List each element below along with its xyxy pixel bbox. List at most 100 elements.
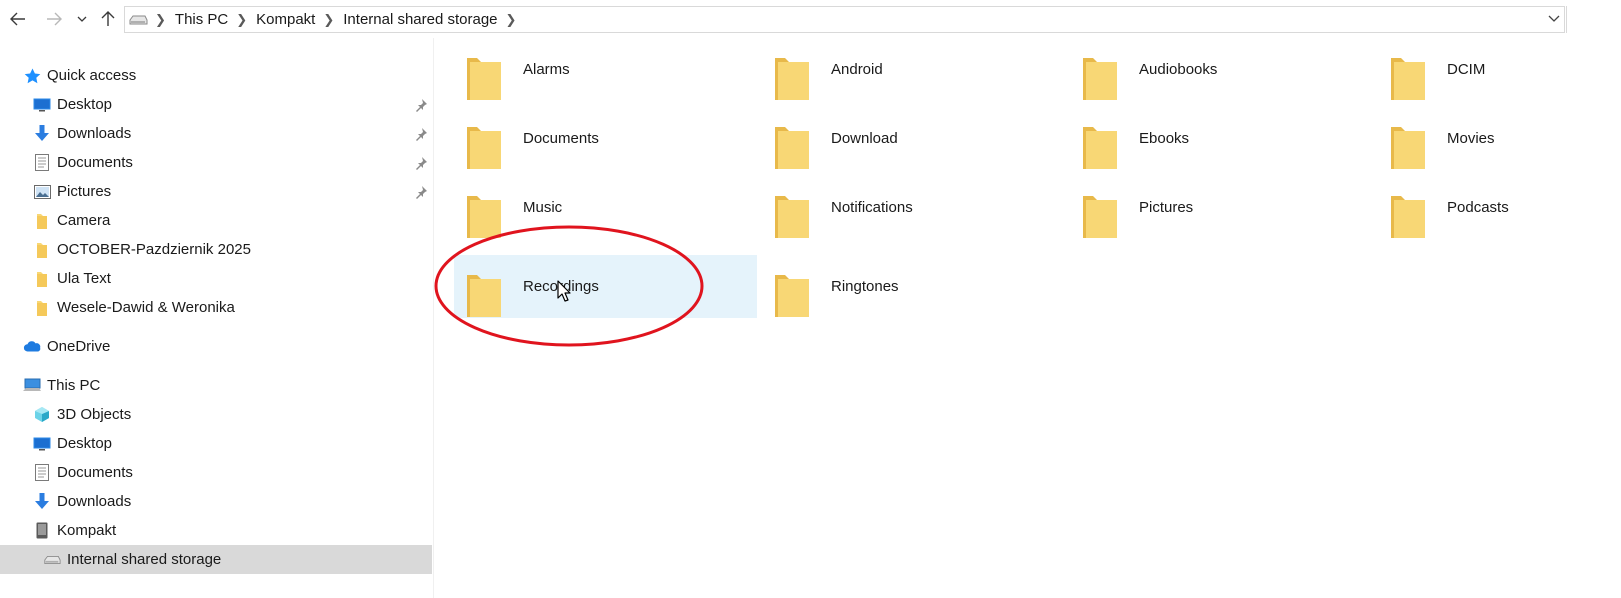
sidebar-item-this-pc[interactable]: This PC [0,371,432,400]
download-arrow-icon [33,125,51,143]
folder-item-download[interactable]: Download [762,107,1065,170]
sidebar-item-quick-access[interactable]: Quick access [0,61,432,90]
breadcrumb-separator-icon[interactable]: ❯ [232,12,256,28]
folder-icon [1083,58,1117,100]
sidebar-item-downloads[interactable]: Downloads [0,119,432,148]
sidebar-item-desktop[interactable]: Desktop [0,90,432,119]
navigation-bar: ❯ This PC ❯ Kompakt ❯ Internal shared st… [0,0,1621,38]
sidebar-item-label: Quick access [47,67,137,84]
breadcrumb-separator-icon[interactable]: ❯ [319,12,343,28]
folder-icon [775,58,809,100]
breadcrumb-separator-icon[interactable]: ❯ [151,12,175,28]
folder-name: Audiobooks [1139,61,1218,78]
folder-icon [1083,127,1117,169]
folder-icon [467,127,501,169]
sidebar-item-label: OneDrive [47,338,111,355]
sidebar-item-desktop-pc[interactable]: Desktop [0,429,432,458]
back-arrow-icon[interactable] [6,6,30,32]
sidebar-item-downloads-pc[interactable]: Downloads [0,487,432,516]
sidebar-item-label: This PC [47,377,101,394]
folder-icon [33,241,51,259]
navigation-pane: Quick access Desktop Downloads Documents… [0,38,432,598]
sidebar-item-pictures[interactable]: Pictures [0,177,432,206]
desktop-icon [33,435,51,453]
sidebar-item-label: OCTOBER-Pazdziernik 2025 [57,241,251,258]
folder-icon [467,196,501,238]
breadcrumb-this-pc[interactable]: This PC [175,11,232,28]
cloud-icon [23,338,41,356]
folder-name: Download [831,130,898,147]
sidebar-item-label: Camera [57,212,111,229]
folder-item-alarms[interactable]: Alarms [454,38,757,101]
folder-name: Documents [523,130,599,147]
sidebar-item-kompakt[interactable]: Kompakt [0,516,432,545]
folder-item-audiobooks[interactable]: Audiobooks [1070,38,1373,101]
folder-item-notifications[interactable]: Notifications [762,176,1065,239]
pin-icon[interactable] [414,156,428,170]
folder-name: Notifications [831,199,913,216]
pin-icon[interactable] [414,98,428,112]
folder-item-dcim[interactable]: DCIM [1378,38,1621,101]
folder-name: Alarms [523,61,570,78]
folder-item-ebooks[interactable]: Ebooks [1070,107,1373,170]
folder-item-podcasts[interactable]: Podcasts [1378,176,1621,239]
breadcrumb-internal-shared-storage[interactable]: Internal shared storage [343,11,501,28]
pin-icon[interactable] [414,127,428,141]
picture-icon [33,183,51,201]
cube-icon [33,406,51,424]
star-icon [23,67,41,85]
folder-item-movies[interactable]: Movies [1378,107,1621,170]
sidebar-item-onedrive[interactable]: OneDrive [0,332,432,361]
sidebar-item-documents[interactable]: Documents [0,148,432,177]
sidebar-item-camera[interactable]: Camera [0,206,432,235]
folder-icon [33,270,51,288]
search-box[interactable] [1566,6,1621,33]
sidebar-item-label: Documents [57,464,133,481]
folder-name: Android [831,61,883,78]
folder-icon [33,212,51,230]
sidebar-item-ula-text[interactable]: Ula Text [0,264,432,293]
document-icon [33,464,51,482]
folder-item-recordings[interactable]: Recordings [454,255,757,318]
sidebar-item-label: Downloads [57,125,132,142]
folder-item-ringtones[interactable]: Ringtones [762,255,1065,318]
pin-icon[interactable] [414,185,428,199]
folder-icon [1391,58,1425,100]
sidebar-item-label: Internal shared storage [67,551,222,568]
sidebar-item-label: Ula Text [57,270,111,287]
folder-icon [1083,196,1117,238]
folder-item-music[interactable]: Music [454,176,757,239]
breadcrumb-separator-icon[interactable]: ❯ [502,12,526,28]
drive-icon [125,7,151,32]
folder-item-documents[interactable]: Documents [454,107,757,170]
download-arrow-icon [33,493,51,511]
sidebar-item-wesele-dawid-weronika[interactable]: Wesele-Dawid & Weronika [0,293,432,322]
breadcrumb-kompakt[interactable]: Kompakt [256,11,319,28]
folder-icon [1391,196,1425,238]
folder-icon [775,127,809,169]
folder-icon [1391,127,1425,169]
sidebar-item-october-pazdziernik-2025[interactable]: OCTOBER-Pazdziernik 2025 [0,235,432,264]
sidebar-item-3d-objects[interactable]: 3D Objects [0,400,432,429]
sidebar-item-internal-shared-storage[interactable]: Internal shared storage [0,545,432,574]
folder-name: Ebooks [1139,130,1190,147]
folder-icon [33,299,51,317]
document-icon [33,154,51,172]
forward-arrow-icon[interactable] [42,6,66,32]
folder-item-pictures[interactable]: Pictures [1070,176,1373,239]
folder-name: DCIM [1447,61,1486,78]
address-history-dropdown-icon[interactable] [1548,12,1560,26]
folder-name: Podcasts [1447,199,1509,216]
sidebar-item-label: Downloads [57,493,132,510]
sidebar-item-documents-pc[interactable]: Documents [0,458,432,487]
sidebar-item-label: Wesele-Dawid & Weronika [57,299,235,316]
folder-name: Ringtones [831,278,899,295]
folder-item-android[interactable]: Android [762,38,1065,101]
address-bar[interactable]: ❯ This PC ❯ Kompakt ❯ Internal shared st… [124,6,1565,33]
up-arrow-icon[interactable] [97,6,119,32]
folder-name: Pictures [1139,199,1194,216]
folder-icon [775,275,809,317]
folder-name: Music [523,199,563,216]
chevron-down-icon[interactable] [74,6,90,32]
phone-device-icon [33,522,51,540]
